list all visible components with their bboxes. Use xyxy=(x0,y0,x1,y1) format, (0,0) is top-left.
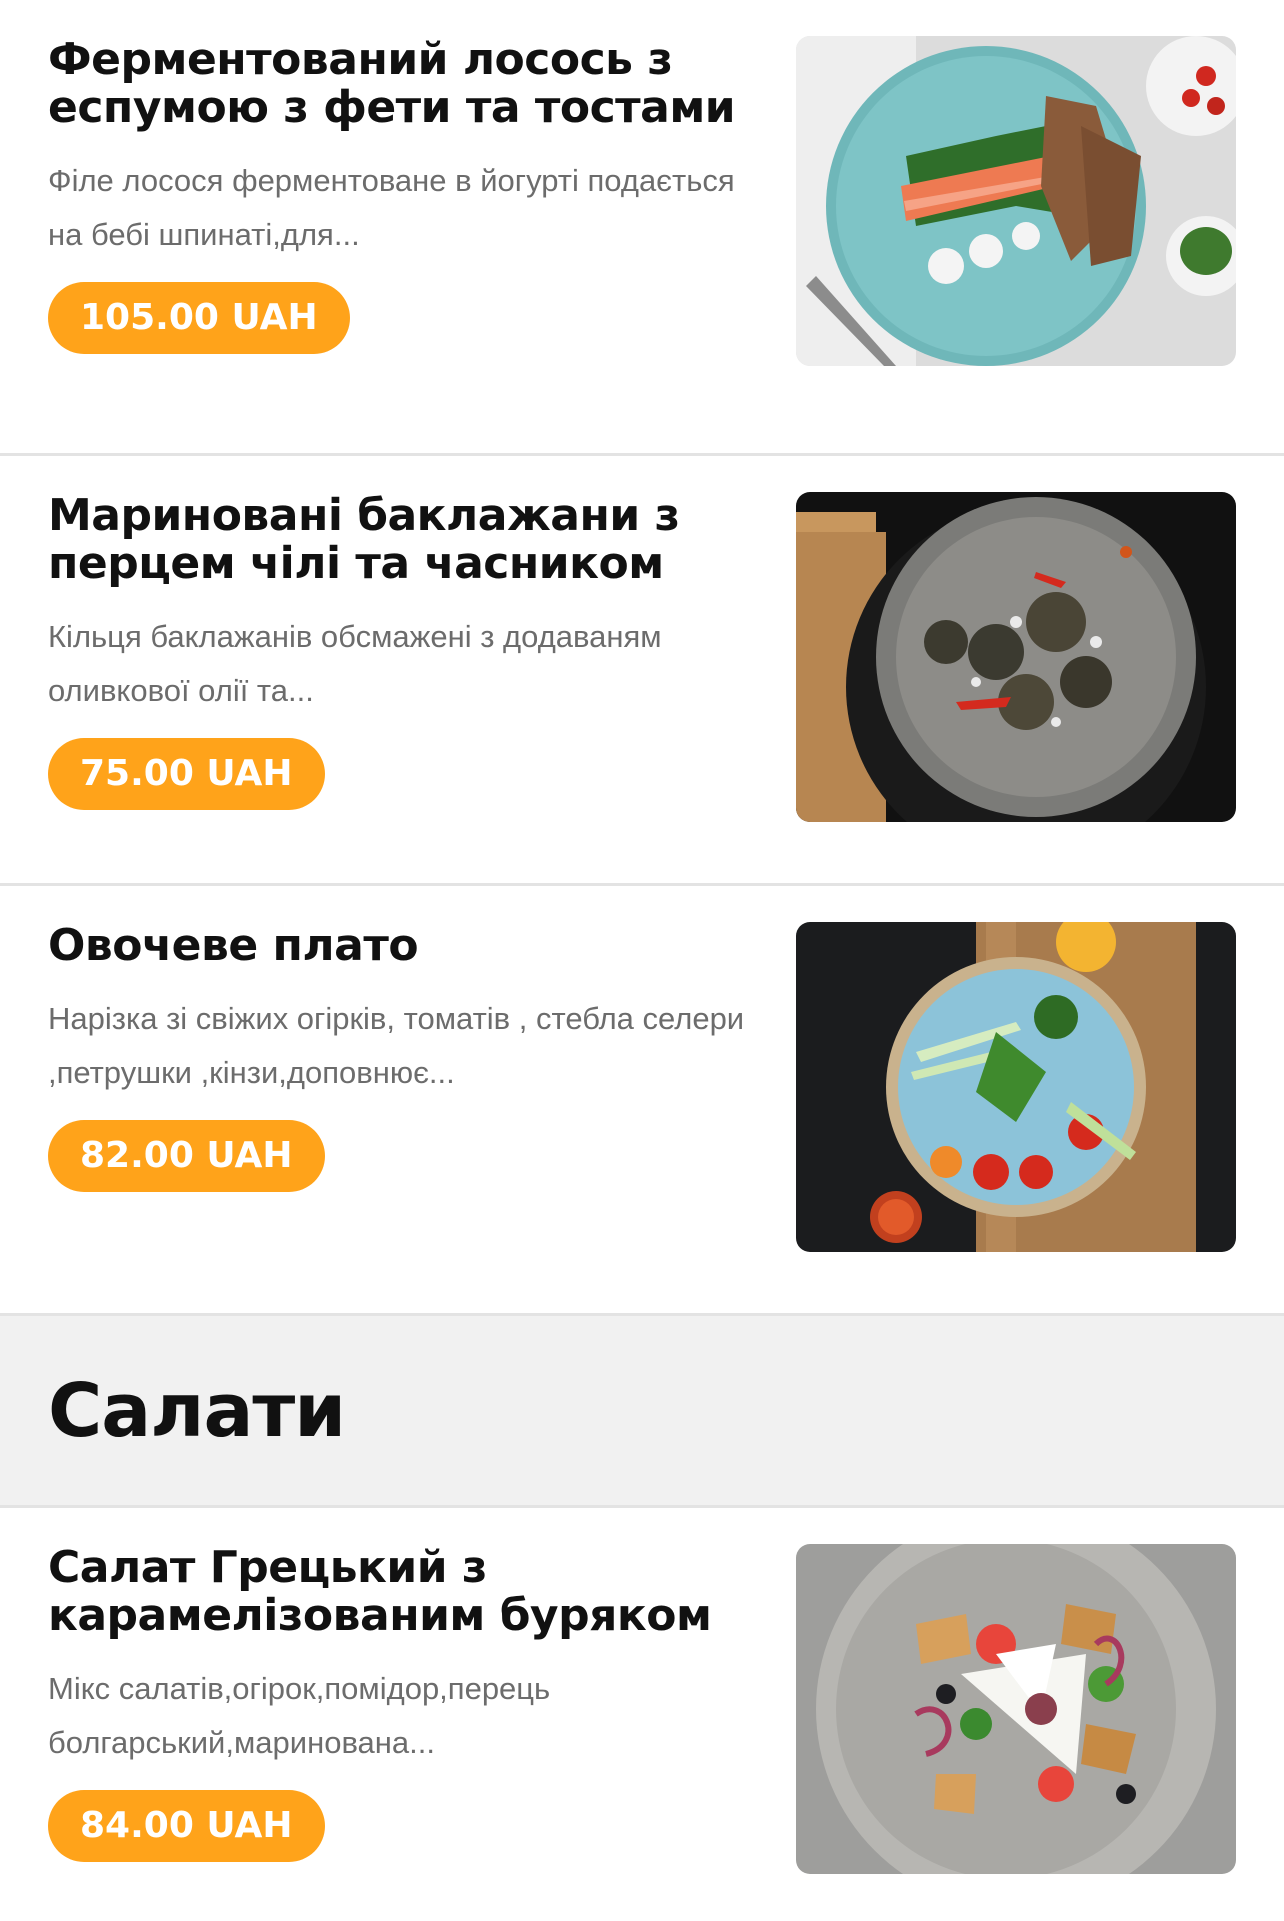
menu-item[interactable]: Салат Грецький з карамелізованим буряком… xyxy=(0,1508,1284,1921)
menu-item-text: Овочеве плато Нарізка зі свіжих огірків,… xyxy=(48,922,768,1313)
menu-item-text: Мариновані баклажани з перцем чілі та ча… xyxy=(48,492,768,883)
greek-salad-image xyxy=(796,1544,1236,1874)
vegetable-plate-photo[interactable] xyxy=(796,922,1236,1252)
menu-item-text: Салат Грецький з карамелізованим буряком… xyxy=(48,1544,768,1921)
greek-salad-photo[interactable] xyxy=(796,1544,1236,1874)
salmon-plate-photo[interactable] xyxy=(796,36,1236,366)
menu-item-text: Ферментований лосось з еспумою з фети та… xyxy=(48,36,768,453)
menu-item-title: Овочеве плато xyxy=(48,920,419,971)
section-header: Салати xyxy=(0,1316,1284,1508)
menu-item-title: Салат Грецький з карамелізованим буряком xyxy=(48,1542,712,1641)
section-title: Салати xyxy=(48,1367,346,1454)
price-badge[interactable]: 105.00 UAH xyxy=(48,282,350,354)
price-badge[interactable]: 84.00 UAH xyxy=(48,1790,325,1862)
menu-item-description: Філе лосося ферментоване в йогурті подає… xyxy=(48,163,735,252)
menu-item-title: Ферментований лосось з еспумою з фети та… xyxy=(48,34,736,133)
menu-item-description: Нарізка зі свіжих огірків, томатів , сте… xyxy=(48,1001,745,1090)
menu-item[interactable]: Мариновані баклажани з перцем чілі та ча… xyxy=(0,456,1284,886)
price-badge[interactable]: 75.00 UAH xyxy=(48,738,325,810)
eggplant-bowl-photo[interactable] xyxy=(796,492,1236,822)
price-badge[interactable]: 82.00 UAH xyxy=(48,1120,325,1192)
vegetable-plate-image xyxy=(796,922,1236,1252)
menu-item[interactable]: Овочеве плато Нарізка зі свіжих огірків,… xyxy=(0,886,1284,1316)
menu-item-title: Мариновані баклажани з перцем чілі та ча… xyxy=(48,490,680,589)
menu-item-description: Мікс салатів,огірок,помідор,перець болга… xyxy=(48,1671,551,1760)
menu-item[interactable]: Ферментований лосось з еспумою з фети та… xyxy=(0,0,1284,456)
eggplant-bowl-image xyxy=(796,492,1236,822)
salmon-plate-image xyxy=(796,36,1236,366)
menu-item-description: Кільця баклажанів обсмажені з додаваням … xyxy=(48,619,662,708)
